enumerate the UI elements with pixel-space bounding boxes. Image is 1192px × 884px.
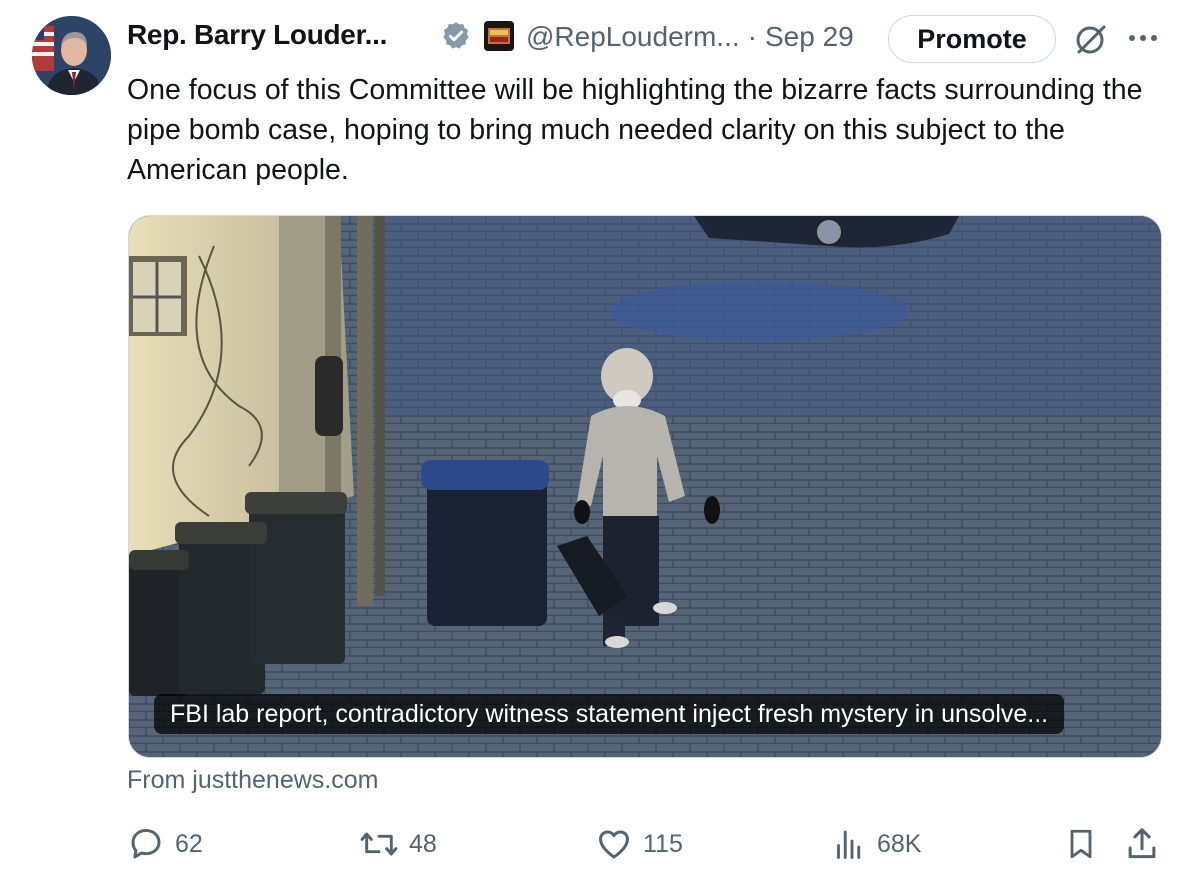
reply-icon — [127, 825, 165, 863]
verified-badge-icon[interactable] — [440, 20, 472, 52]
link-card[interactable]: FBI lab report, contradictory witness st… — [128, 215, 1162, 758]
bookmark-button[interactable] — [1063, 822, 1099, 866]
reply-count: 62 — [175, 829, 203, 858]
bookmark-icon — [1063, 825, 1099, 863]
repost-count: 48 — [409, 829, 437, 858]
author-display-name[interactable]: Rep. Barry Louder... — [127, 19, 387, 51]
views-count: 68K — [877, 829, 922, 858]
share-icon — [1123, 825, 1161, 863]
share-button[interactable] — [1123, 822, 1161, 866]
affiliation-badge-icon[interactable] — [484, 21, 514, 51]
action-bar: 62 48 115 68K — [127, 822, 1167, 866]
post-date[interactable]: Sep 29 — [765, 21, 854, 53]
handle-date-row: @RepLouderm... · Sep 29 — [526, 19, 854, 55]
grok-icon[interactable] — [1072, 20, 1110, 58]
like-button[interactable]: 115 — [595, 822, 683, 866]
author-handle[interactable]: @RepLouderm... — [526, 21, 740, 53]
author-avatar[interactable] — [32, 16, 111, 95]
repost-icon — [359, 825, 399, 863]
more-icon[interactable] — [1124, 26, 1162, 50]
link-card-source[interactable]: From justthenews.com — [127, 766, 378, 795]
post-text: One focus of this Committee will be high… — [127, 74, 1143, 186]
like-count: 115 — [643, 829, 683, 858]
link-card-title: FBI lab report, contradictory witness st… — [154, 694, 1065, 734]
views-button[interactable]: 68K — [831, 822, 921, 866]
views-icon — [831, 825, 867, 863]
avatar-image — [32, 16, 111, 95]
article-photo — [129, 216, 1161, 757]
promote-button[interactable]: Promote — [888, 15, 1056, 63]
reply-button[interactable]: 62 — [127, 822, 203, 866]
repost-button[interactable]: 48 — [359, 822, 437, 866]
separator-dot: · — [747, 21, 757, 52]
like-icon — [595, 825, 633, 863]
